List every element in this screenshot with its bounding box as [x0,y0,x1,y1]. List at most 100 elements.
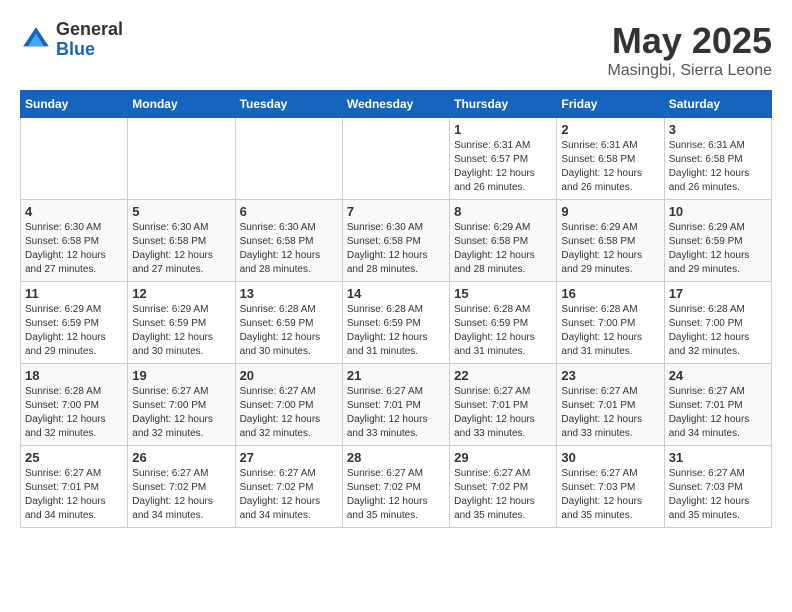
day-info: Sunrise: 6:27 AM Sunset: 7:02 PM Dayligh… [454,467,552,523]
day-cell-1: 1 Sunrise: 6:31 AM Sunset: 6:57 PM Daylig… [450,118,557,200]
day-cell-25: 25 Sunrise: 6:27 AM Sunset: 7:01 PM Dayli… [21,446,128,528]
week-row-3: 11 Sunrise: 6:29 AM Sunset: 6:59 PM Dayli… [21,282,772,364]
day-number: 6 [240,204,338,219]
day-cell-11: 11 Sunrise: 6:29 AM Sunset: 6:59 PM Dayli… [21,282,128,364]
day-number: 20 [240,368,338,383]
day-cell-19: 19 Sunrise: 6:27 AM Sunset: 7:00 PM Dayli… [128,364,235,446]
empty-cell [235,118,342,200]
day-number: 30 [561,450,659,465]
day-number: 24 [669,368,767,383]
day-cell-27: 27Sunrise: 6:27 AM Sunset: 7:02 PM Dayli… [235,446,342,528]
day-cell-15: 15 Sunrise: 6:28 AM Sunset: 6:59 PM Dayli… [450,282,557,364]
day-number: 9 [561,204,659,219]
day-cell-20: 20 Sunrise: 6:27 AM Sunset: 7:00 PM Dayli… [235,364,342,446]
weekday-header-tuesday: Tuesday [235,91,342,118]
day-info: Sunrise: 6:27 AM Sunset: 7:00 PM Dayligh… [132,385,230,441]
day-cell-9: 9Sunrise: 6:29 AM Sunset: 6:58 PM Daylig… [557,200,664,282]
calendar-table: SundayMondayTuesdayWednesdayThursdayFrid… [20,90,772,528]
location-title: Masingbi, Sierra Leone [607,62,772,80]
day-number: 7 [347,204,445,219]
day-info: Sunrise: 6:28 AM Sunset: 7:00 PM Dayligh… [669,303,767,359]
day-cell-10: 10 Sunrise: 6:29 AM Sunset: 6:59 PM Dayli… [664,200,771,282]
day-cell-12: 12Sunrise: 6:29 AM Sunset: 6:59 PM Dayli… [128,282,235,364]
day-number: 25 [25,450,123,465]
logo-text: General Blue [56,20,123,60]
day-cell-18: 18Sunrise: 6:28 AM Sunset: 7:00 PM Dayli… [21,364,128,446]
day-info: Sunrise: 6:27 AM Sunset: 7:01 PM Dayligh… [347,385,445,441]
day-cell-23: 23 Sunrise: 6:27 AM Sunset: 7:01 PM Dayli… [557,364,664,446]
day-number: 10 [669,204,767,219]
logo-icon [20,24,52,56]
day-info: Sunrise: 6:30 AM Sunset: 6:58 PM Dayligh… [132,221,230,277]
day-number: 26 [132,450,230,465]
weekday-header-sunday: Sunday [21,91,128,118]
day-number: 5 [132,204,230,219]
empty-cell [342,118,449,200]
day-info: Sunrise: 6:30 AM Sunset: 6:58 PM Dayligh… [347,221,445,277]
day-info: Sunrise: 6:27 AM Sunset: 7:01 PM Dayligh… [561,385,659,441]
day-number: 31 [669,450,767,465]
day-number: 8 [454,204,552,219]
day-number: 23 [561,368,659,383]
day-info: Sunrise: 6:28 AM Sunset: 6:59 PM Dayligh… [347,303,445,359]
day-number: 18 [25,368,123,383]
day-number: 16 [561,286,659,301]
day-info: Sunrise: 6:27 AM Sunset: 7:03 PM Dayligh… [669,467,767,523]
day-info: Sunrise: 6:27 AM Sunset: 7:02 PM Dayligh… [347,467,445,523]
day-info: Sunrise: 6:31 AM Sunset: 6:58 PM Dayligh… [561,139,659,195]
day-number: 11 [25,286,123,301]
day-info: Sunrise: 6:27 AM Sunset: 7:03 PM Dayligh… [561,467,659,523]
day-info: Sunrise: 6:28 AM Sunset: 7:00 PM Dayligh… [561,303,659,359]
day-number: 19 [132,368,230,383]
day-info: Sunrise: 6:31 AM Sunset: 6:57 PM Dayligh… [454,139,552,195]
day-info: Sunrise: 6:31 AM Sunset: 6:58 PM Dayligh… [669,139,767,195]
weekday-header-saturday: Saturday [664,91,771,118]
day-cell-16: 16 Sunrise: 6:28 AM Sunset: 7:00 PM Dayli… [557,282,664,364]
day-cell-5: 5 Sunrise: 6:30 AM Sunset: 6:58 PM Daylig… [128,200,235,282]
day-info: Sunrise: 6:29 AM Sunset: 6:58 PM Dayligh… [454,221,552,277]
day-info: Sunrise: 6:29 AM Sunset: 6:59 PM Dayligh… [132,303,230,359]
day-info: Sunrise: 6:27 AM Sunset: 7:01 PM Dayligh… [25,467,123,523]
day-cell-3: 3 Sunrise: 6:31 AM Sunset: 6:58 PM Daylig… [664,118,771,200]
day-info: Sunrise: 6:28 AM Sunset: 6:59 PM Dayligh… [454,303,552,359]
day-cell-13: 13 Sunrise: 6:28 AM Sunset: 6:59 PM Dayli… [235,282,342,364]
title-block: May 2025 Masingbi, Sierra Leone [607,20,772,80]
week-row-1: 1 Sunrise: 6:31 AM Sunset: 6:57 PM Daylig… [21,118,772,200]
day-number: 14 [347,286,445,301]
day-cell-6: 6 Sunrise: 6:30 AM Sunset: 6:58 PM Daylig… [235,200,342,282]
month-title: May 2025 [607,20,772,62]
day-info: Sunrise: 6:27 AM Sunset: 7:00 PM Dayligh… [240,385,338,441]
day-number: 29 [454,450,552,465]
day-cell-31: 31 Sunrise: 6:27 AM Sunset: 7:03 PM Dayli… [664,446,771,528]
weekday-header-monday: Monday [128,91,235,118]
day-cell-7: 7 Sunrise: 6:30 AM Sunset: 6:58 PM Daylig… [342,200,449,282]
day-info: Sunrise: 6:30 AM Sunset: 6:58 PM Dayligh… [25,221,123,277]
logo-blue-text: Blue [56,40,123,60]
day-number: 28 [347,450,445,465]
day-number: 13 [240,286,338,301]
weekday-header-friday: Friday [557,91,664,118]
logo-general-text: General [56,20,123,40]
day-number: 17 [669,286,767,301]
day-number: 4 [25,204,123,219]
day-cell-21: 21 Sunrise: 6:27 AM Sunset: 7:01 PM Dayli… [342,364,449,446]
day-number: 22 [454,368,552,383]
day-number: 2 [561,122,659,137]
day-info: Sunrise: 6:30 AM Sunset: 6:58 PM Dayligh… [240,221,338,277]
week-row-2: 4 Sunrise: 6:30 AM Sunset: 6:58 PM Daylig… [21,200,772,282]
day-info: Sunrise: 6:28 AM Sunset: 6:59 PM Dayligh… [240,303,338,359]
day-info: Sunrise: 6:27 AM Sunset: 7:01 PM Dayligh… [454,385,552,441]
day-number: 21 [347,368,445,383]
day-number: 1 [454,122,552,137]
day-number: 15 [454,286,552,301]
day-info: Sunrise: 6:29 AM Sunset: 6:59 PM Dayligh… [25,303,123,359]
week-row-4: 18Sunrise: 6:28 AM Sunset: 7:00 PM Dayli… [21,364,772,446]
day-number: 3 [669,122,767,137]
day-cell-22: 22 Sunrise: 6:27 AM Sunset: 7:01 PM Dayli… [450,364,557,446]
empty-cell [21,118,128,200]
day-cell-30: 30 Sunrise: 6:27 AM Sunset: 7:03 PM Dayli… [557,446,664,528]
day-info: Sunrise: 6:27 AM Sunset: 7:02 PM Dayligh… [132,467,230,523]
day-info: Sunrise: 6:29 AM Sunset: 6:59 PM Dayligh… [669,221,767,277]
day-info: Sunrise: 6:27 AM Sunset: 7:02 PM Dayligh… [240,467,338,523]
day-cell-2: 2 Sunrise: 6:31 AM Sunset: 6:58 PM Daylig… [557,118,664,200]
